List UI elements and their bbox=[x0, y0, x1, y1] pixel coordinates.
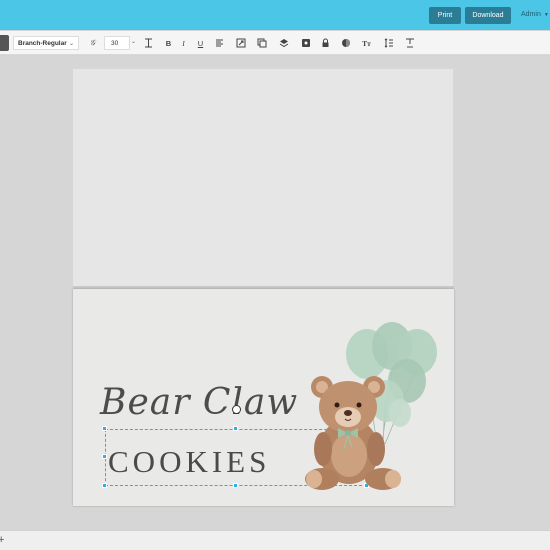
align-icon[interactable] bbox=[214, 37, 225, 49]
chevron-down-icon: ⌄ bbox=[68, 40, 74, 47]
user-menu-label: Admin bbox=[521, 11, 541, 18]
card-title-script[interactable]: Bear Claw bbox=[100, 382, 298, 423]
download-button[interactable]: Download bbox=[465, 7, 511, 24]
resize-handle-top-left[interactable] bbox=[102, 426, 107, 431]
resize-handle-top[interactable] bbox=[233, 426, 238, 431]
bottom-bar: + bbox=[0, 530, 550, 550]
teddy-bear-balloons-image[interactable] bbox=[297, 309, 454, 504]
copy-icon[interactable] bbox=[256, 37, 267, 49]
text-transform-icon[interactable]: Tт bbox=[361, 37, 372, 49]
text-case-icon[interactable] bbox=[404, 37, 415, 49]
font-size-input[interactable]: 30 bbox=[104, 36, 130, 50]
top-bar: Print Download Admin ▼ bbox=[0, 0, 550, 30]
color-icon[interactable] bbox=[340, 37, 351, 49]
resize-handle-bottom[interactable] bbox=[233, 483, 238, 488]
underline-icon[interactable]: U bbox=[195, 37, 206, 49]
font-family-value: Branch-Regular bbox=[18, 39, 67, 47]
add-page-button[interactable]: + bbox=[0, 534, 4, 546]
italic-icon[interactable]: I bbox=[178, 37, 189, 49]
chevron-down-icon: ▼ bbox=[543, 11, 549, 18]
lock-alt-icon[interactable] bbox=[300, 37, 311, 49]
resize-icon[interactable] bbox=[235, 37, 246, 49]
font-size-dropdown-icon[interactable]: ⌄ bbox=[131, 38, 136, 45]
print-button[interactable]: Print bbox=[429, 7, 461, 24]
rotate-handle[interactable] bbox=[232, 405, 241, 414]
card-front-panel[interactable]: Bear Claw COOKIES bbox=[73, 289, 454, 506]
lock-icon[interactable] bbox=[320, 37, 331, 49]
user-menu[interactable]: Admin ▼ bbox=[521, 11, 549, 18]
panel-toggle[interactable] bbox=[0, 35, 9, 51]
card-inside-panel[interactable] bbox=[73, 69, 453, 286]
resize-handle-bottom-left[interactable] bbox=[102, 483, 107, 488]
layers-icon[interactable] bbox=[278, 37, 289, 49]
text-toolbar: Branch-Regular ⌄ 𝒢 30 ⌄ B I U Tт bbox=[0, 31, 550, 55]
font-style-icon[interactable]: 𝒢 bbox=[87, 37, 98, 49]
letter-spacing-icon[interactable] bbox=[143, 37, 154, 49]
bold-icon[interactable]: B bbox=[163, 37, 174, 49]
font-family-select[interactable]: Branch-Regular ⌄ bbox=[13, 36, 79, 50]
resize-handle-left[interactable] bbox=[102, 454, 107, 459]
line-height-icon[interactable] bbox=[383, 37, 394, 49]
